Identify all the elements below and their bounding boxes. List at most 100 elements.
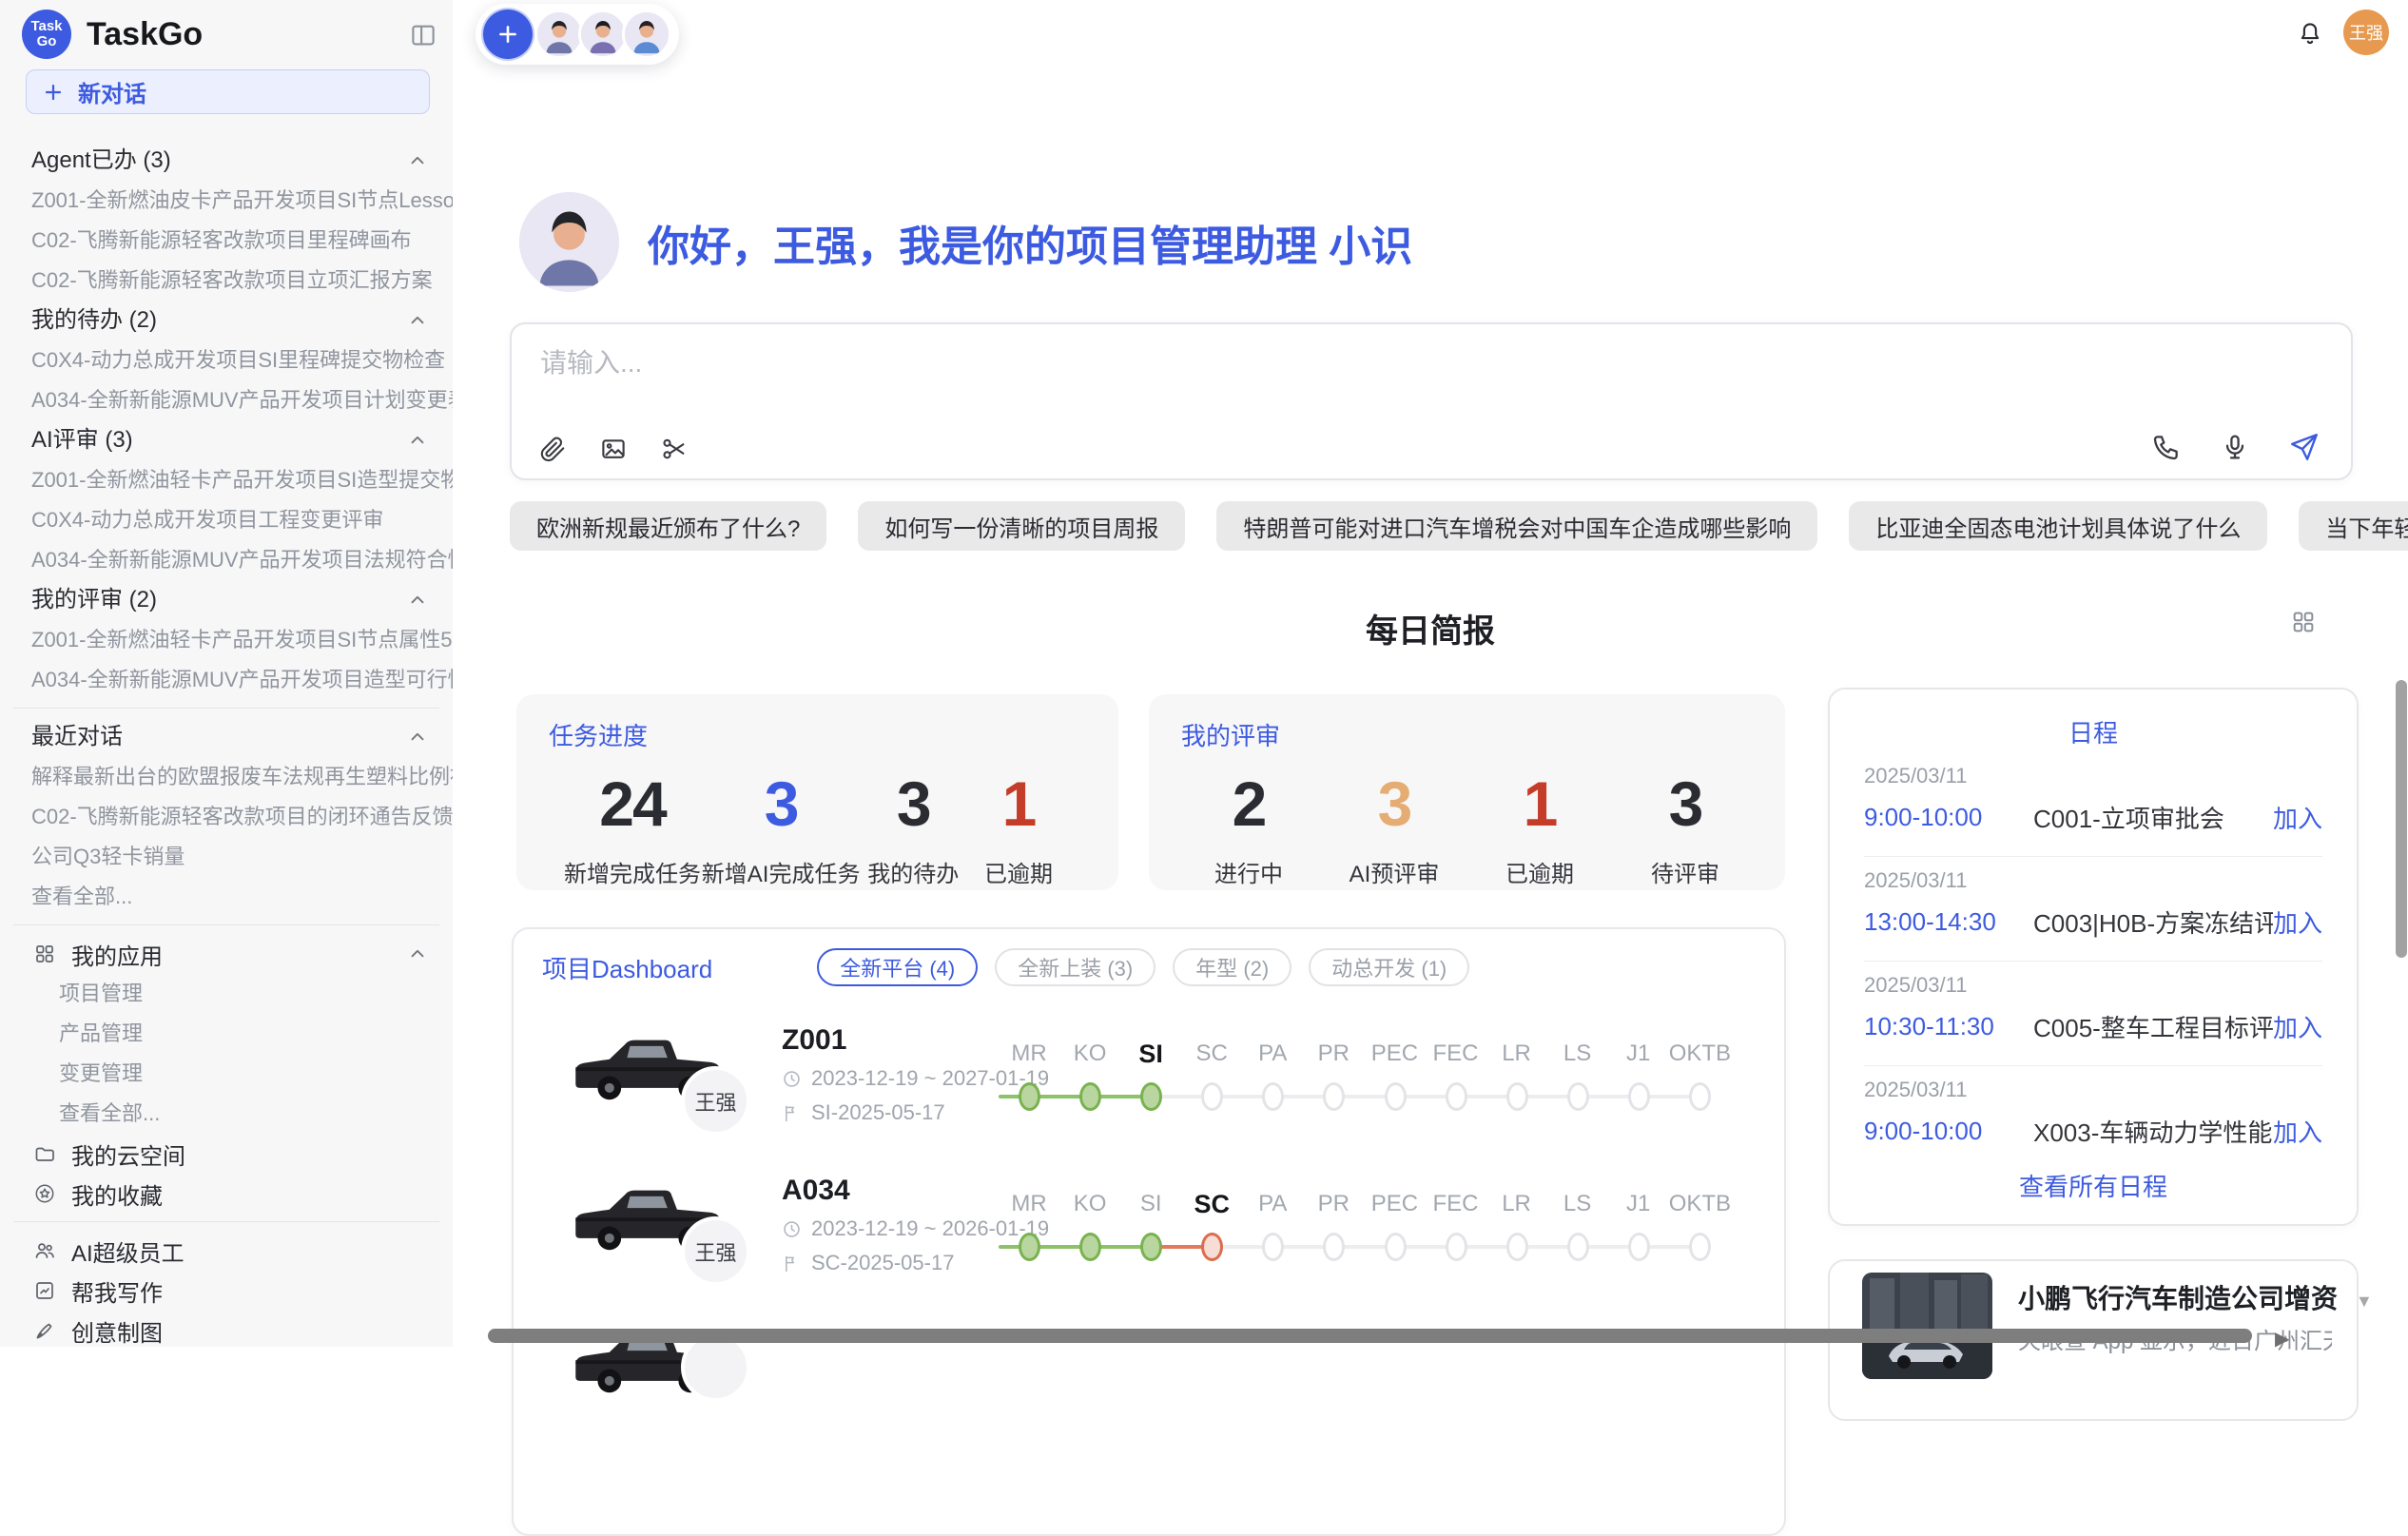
briefing-title: 每日简报 bbox=[453, 605, 2408, 651]
avatar-1[interactable] bbox=[534, 10, 584, 59]
milestone-labels: MRKOSISCPAPRPECFECLRLSJ1OKTB bbox=[999, 1038, 1731, 1070]
join-link[interactable]: 加入 bbox=[2273, 1114, 2322, 1149]
schedule-list: 2025/03/119:00-10:00C001-立项审批会加入2025/03/… bbox=[1830, 752, 2357, 1170]
new-chat-button[interactable]: 新对话 bbox=[26, 69, 430, 114]
milestone-dot bbox=[1628, 1233, 1650, 1261]
divider bbox=[13, 1221, 439, 1222]
sidebar-section-header[interactable]: 我的待办 (2) bbox=[0, 301, 453, 340]
view-all-schedule-link[interactable]: 查看所有日程 bbox=[1830, 1168, 2357, 1203]
logo-text-top: Task bbox=[30, 19, 62, 34]
user-avatar[interactable]: 王强 bbox=[2343, 10, 2389, 55]
milestone-dot bbox=[1201, 1082, 1223, 1111]
join-link[interactable]: 加入 bbox=[2273, 800, 2322, 835]
sidebar-section-header[interactable]: 我的评审 (2) bbox=[0, 580, 453, 620]
sidebar-item[interactable]: C0X4-动力总成开发项目SI里程碑提交物检查 bbox=[0, 340, 453, 380]
suggestion-chip[interactable]: 比亚迪全固态电池计划具体说了什么 bbox=[1849, 501, 2267, 551]
sidebar-tool-item[interactable]: 帮我写作 bbox=[0, 1271, 453, 1311]
scroll-down-arrow-icon[interactable]: ▼ bbox=[2356, 1292, 2373, 1312]
sidebar-tool-item[interactable]: 创意制图 bbox=[0, 1311, 453, 1351]
sidebar-collapse-icon[interactable] bbox=[409, 21, 437, 49]
attachment-icon[interactable] bbox=[538, 435, 567, 463]
dashboard-filter-chip[interactable]: 动总开发 (1) bbox=[1309, 948, 1469, 986]
sidebar-item-cloud[interactable]: 我的云空间 bbox=[0, 1134, 453, 1174]
project-row[interactable]: 王强Z0012023-12-19 ~ 2027-01-19SI-2025-05-… bbox=[514, 1013, 1786, 1163]
event-title: C001-立项审批会 bbox=[2033, 800, 2273, 835]
microphone-icon[interactable] bbox=[2220, 432, 2250, 462]
sidebar-item-my-apps[interactable]: 我的应用 bbox=[0, 934, 453, 974]
chevron-up-icon[interactable] bbox=[407, 430, 428, 451]
stat-item: 3AI预评审 bbox=[1342, 769, 1447, 888]
dashboard-filter-chip[interactable]: 年型 (2) bbox=[1173, 948, 1291, 986]
app-item[interactable]: 产品管理 bbox=[0, 1014, 453, 1054]
suggestion-chip[interactable]: 当下年轻人对汽车外观有怎样的喜好趋势 bbox=[2299, 501, 2408, 551]
milestone-dot bbox=[1019, 1233, 1040, 1261]
recent-chat-item[interactable]: 解释最新出台的欧盟报废车法规再生塑料比例被调至15%... bbox=[0, 757, 453, 797]
suggestion-chip[interactable]: 如何写一份清晰的项目周报 bbox=[858, 501, 1185, 551]
recent-chat-item[interactable]: 查看全部... bbox=[0, 877, 453, 917]
chevron-up-icon[interactable] bbox=[407, 310, 428, 331]
milestone-label: PEC bbox=[1364, 1188, 1425, 1220]
suggestion-chip[interactable]: 特朗普可能对进口汽车增税会对中国车企造成哪些影响 bbox=[1216, 501, 1817, 551]
app-item[interactable]: 项目管理 bbox=[0, 974, 453, 1014]
stat-value: 3 bbox=[765, 769, 798, 838]
sidebar-item[interactable]: Z001-全新燃油皮卡产品开发项目SI节点Lesson Learn报告 bbox=[0, 181, 453, 221]
section-title: AI评审 (3) bbox=[31, 420, 133, 460]
chevron-up-icon[interactable] bbox=[407, 590, 428, 611]
scissors-icon[interactable] bbox=[660, 435, 689, 463]
sidebar-item[interactable]: C02-飞腾新能源轻客改款项目立项汇报方案 bbox=[0, 261, 453, 301]
vertical-scrollbar[interactable] bbox=[2396, 680, 2407, 958]
suggestion-chip[interactable]: 欧洲新规最近颁布了什么? bbox=[510, 501, 826, 551]
chevron-up-icon[interactable] bbox=[407, 943, 428, 964]
join-link[interactable]: 加入 bbox=[2273, 904, 2322, 940]
sidebar-section-header[interactable]: AI评审 (3) bbox=[0, 420, 453, 460]
layout-grid-icon[interactable] bbox=[2290, 609, 2317, 635]
milestone-label: SI bbox=[1120, 1038, 1181, 1070]
horizontal-scrollbar[interactable] bbox=[488, 1329, 2252, 1343]
section-title: 我的评审 (2) bbox=[31, 580, 157, 620]
chevron-up-icon[interactable] bbox=[407, 150, 428, 171]
scroll-right-arrow-icon[interactable]: ▶ bbox=[2275, 1327, 2289, 1351]
chevron-up-icon[interactable] bbox=[407, 727, 428, 748]
app-item[interactable]: 变更管理 bbox=[0, 1054, 453, 1094]
sidebar-item[interactable]: A034-全新新能源MUV产品开发项目法规符合性评审 bbox=[0, 540, 453, 580]
owner-avatar: 王强 bbox=[681, 1066, 750, 1136]
sidebar-section-header[interactable]: Agent已办 (3) bbox=[0, 141, 453, 181]
notification-bell-icon[interactable] bbox=[2296, 19, 2324, 48]
sidebar-item[interactable]: C02-飞腾新能源轻客改款项目里程碑画布 bbox=[0, 221, 453, 261]
sidebar-item[interactable]: Z001-全新燃油轻卡产品开发项目SI节点属性5D文件评审 bbox=[0, 620, 453, 660]
composer-right-icons bbox=[2151, 431, 2321, 463]
project-row[interactable]: 王强A0342023-12-19 ~ 2026-01-19SC-2025-05-… bbox=[514, 1163, 1786, 1313]
app-item[interactable]: 查看全部... bbox=[0, 1094, 453, 1134]
event-title: C003|H0B-方案冻结评审 bbox=[2033, 904, 2273, 940]
phone-icon[interactable] bbox=[2151, 432, 2182, 462]
send-icon[interactable] bbox=[2288, 431, 2321, 463]
sidebar-section-header[interactable]: 最近对话 bbox=[0, 717, 453, 757]
dashboard-filter-chip[interactable]: 全新上装 (3) bbox=[995, 948, 1155, 986]
dashboard-filter-chip[interactable]: 全新平台 (4) bbox=[817, 948, 978, 986]
event-title: X003-车辆动力学性能验... bbox=[2033, 1114, 2273, 1149]
dashboard-header: 项目Dashboard 全新平台 (4)全新上装 (3)年型 (2)动总开发 (… bbox=[542, 948, 1469, 986]
sidebar-item[interactable]: A034-全新新能源MUV产品开发项目计划变更表编写 bbox=[0, 380, 453, 420]
sidebar-tool-item[interactable]: AI超级员工 bbox=[0, 1231, 453, 1271]
avatar-2[interactable] bbox=[578, 10, 628, 59]
event-time: 9:00-10:00 bbox=[1864, 803, 2033, 832]
flag-icon bbox=[782, 1254, 802, 1274]
project-code: Z001 bbox=[782, 1024, 846, 1057]
stat-value: 1 bbox=[1002, 769, 1036, 838]
sidebar-item[interactable]: Z001-全新燃油轻卡产品开发项目SI造型提交物评审 bbox=[0, 460, 453, 500]
sidebar-item[interactable]: A034-全新新能源MUV产品开发项目造型可行性评审 bbox=[0, 660, 453, 700]
join-link[interactable]: 加入 bbox=[2273, 1009, 2322, 1044]
milestone-label: PR bbox=[1303, 1188, 1364, 1220]
recent-chat-item[interactable]: 公司Q3轻卡销量 bbox=[0, 837, 453, 877]
sidebar-item-star[interactable]: 我的收藏 bbox=[0, 1174, 453, 1214]
owner-avatar: 王强 bbox=[681, 1216, 750, 1286]
sidebar-item[interactable]: C0X4-动力总成开发项目工程变更评审 bbox=[0, 500, 453, 540]
message-input[interactable] bbox=[538, 347, 2155, 379]
stat-value: 24 bbox=[599, 769, 665, 838]
image-icon[interactable] bbox=[599, 435, 628, 463]
add-agent-button[interactable] bbox=[483, 10, 533, 59]
milestone-dot bbox=[1506, 1233, 1528, 1261]
recent-chat-item[interactable]: C02-飞腾新能源轻客改款项目的闭环通告反馈情况 bbox=[0, 797, 453, 837]
milestone-label: PA bbox=[1242, 1038, 1303, 1070]
avatar-3[interactable] bbox=[622, 10, 671, 59]
